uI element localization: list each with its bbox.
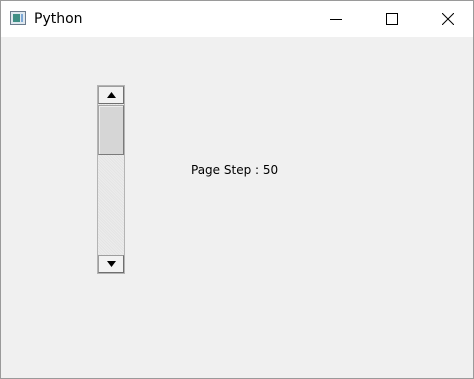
main-window: Python Page Step: 50 [0,0,474,379]
maximize-button[interactable] [369,1,415,37]
vertical-scrollbar[interactable] [97,85,125,274]
python-app-icon [10,11,26,25]
arrow-down-icon [107,261,116,267]
scroll-up-button[interactable] [98,86,124,104]
close-icon [442,13,454,25]
title-bar[interactable]: Python [1,1,473,37]
maximize-icon [386,13,398,25]
minimize-icon [330,19,342,20]
minimize-button[interactable] [313,1,359,37]
page-step-label: Page Step : 50 [191,163,279,177]
arrow-up-icon [107,92,116,98]
scroll-down-button[interactable] [98,255,124,273]
scrollbar-thumb[interactable] [98,105,124,155]
close-button[interactable] [425,1,471,37]
window-title: Python [34,11,83,27]
